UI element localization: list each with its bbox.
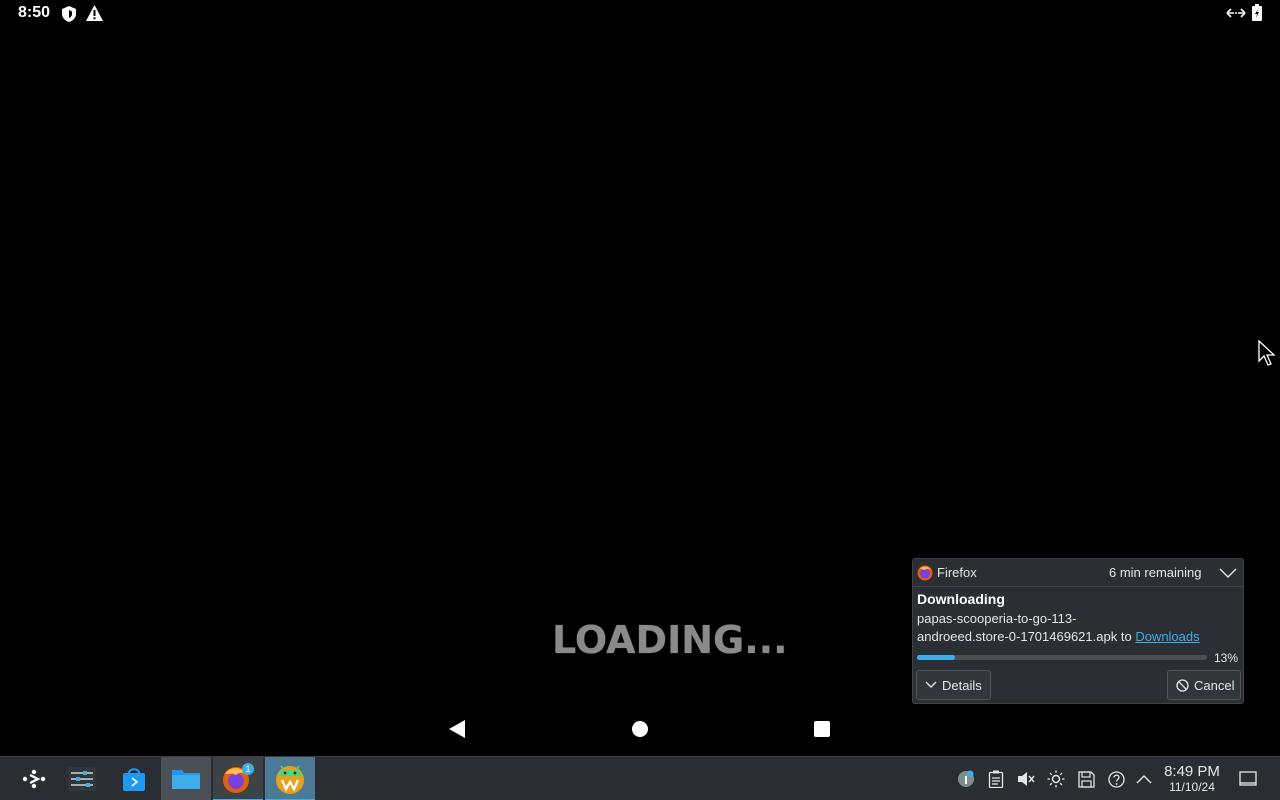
details-label: Details — [942, 677, 982, 693]
digital-clock[interactable]: 8:49 PM 11/10/24 — [1158, 763, 1226, 794]
filename-line-2: androeed.store-0-1701469621.apk — [917, 629, 1118, 644]
to-text: to — [1120, 629, 1132, 644]
battery-icon — [1252, 4, 1262, 21]
store-icon — [123, 768, 145, 791]
taskbar: 1 8:49 PM 11/10/24 — [0, 756, 1280, 800]
firefox-icon: 1 — [223, 763, 254, 793]
home-button[interactable] — [632, 721, 648, 737]
show-hidden-icons-button[interactable] — [1134, 757, 1154, 800]
clock-time: 8:49 PM — [1164, 763, 1220, 780]
data-transfer-icon — [1226, 8, 1246, 18]
updates-icon — [958, 770, 974, 787]
show-desktop-icon — [1239, 771, 1257, 786]
downloads-link[interactable]: Downloads — [1135, 629, 1199, 644]
cancel-label: Cancel — [1194, 677, 1235, 693]
notification-body: papas-scooperia-to-go-113- androeed.stor… — [917, 610, 1237, 646]
time-remaining: 6 min remaining — [1109, 565, 1202, 580]
mouse-cursor-icon — [1258, 340, 1276, 366]
notification-header: Firefox 6 min remaining — [913, 559, 1243, 587]
back-button[interactable] — [447, 719, 467, 739]
clipboard-icon — [988, 770, 1004, 788]
recents-button[interactable] — [814, 721, 830, 737]
download-notification: Firefox 6 min remaining Downloading papa… — [912, 558, 1244, 704]
help-tray-icon[interactable] — [1106, 757, 1126, 800]
folder-icon — [172, 770, 200, 789]
notification-app-name: Firefox — [937, 565, 977, 580]
audio-mixer-button[interactable] — [62, 757, 102, 800]
show-desktop-button[interactable] — [1238, 757, 1258, 800]
android-status-bar: 8:50 — [0, 0, 1280, 28]
shield-icon — [62, 6, 76, 22]
cancel-button[interactable]: Cancel — [1167, 670, 1241, 700]
updates-tray-icon[interactable] — [956, 757, 976, 800]
waydroid-taskbar-button[interactable] — [265, 757, 315, 800]
loading-text: LOADING... — [552, 618, 788, 662]
filename-line-1: papas-scooperia-to-go-113- — [917, 611, 1077, 626]
launcher-icon — [22, 769, 46, 789]
notification-title: Downloading — [917, 591, 1005, 607]
help-icon — [1107, 770, 1125, 788]
firefox-taskbar-button[interactable]: 1 — [213, 757, 263, 800]
store-button[interactable] — [112, 757, 156, 800]
volume-tray-icon[interactable] — [1016, 757, 1036, 800]
waydroid-icon — [276, 765, 304, 794]
chevron-down-icon — [925, 681, 937, 688]
clipboard-tray-icon[interactable] — [986, 757, 1006, 800]
clock-date: 11/10/24 — [1169, 780, 1215, 794]
chevron-up-icon — [1136, 775, 1152, 784]
brightness-tray-icon[interactable] — [1046, 757, 1066, 800]
warning-icon — [86, 5, 103, 21]
progress-percent: 13% — [1214, 651, 1239, 665]
status-time: 8:50 — [18, 4, 51, 21]
firefox-icon — [917, 565, 933, 581]
firefox-badge: 1 — [245, 764, 250, 774]
cancel-icon — [1176, 678, 1189, 692]
files-button[interactable] — [161, 757, 211, 800]
mixer-icon — [68, 767, 96, 791]
application-launcher-button[interactable] — [16, 757, 52, 800]
progress-fill — [917, 655, 955, 660]
chevron-down-icon[interactable] — [1219, 565, 1237, 581]
details-button[interactable]: Details — [916, 670, 991, 700]
save-disk-icon — [1077, 770, 1095, 788]
volume-muted-icon — [1018, 772, 1035, 786]
brightness-icon — [1047, 770, 1065, 788]
download-progress-bar — [917, 655, 1207, 660]
disk-tray-icon[interactable] — [1076, 757, 1096, 800]
